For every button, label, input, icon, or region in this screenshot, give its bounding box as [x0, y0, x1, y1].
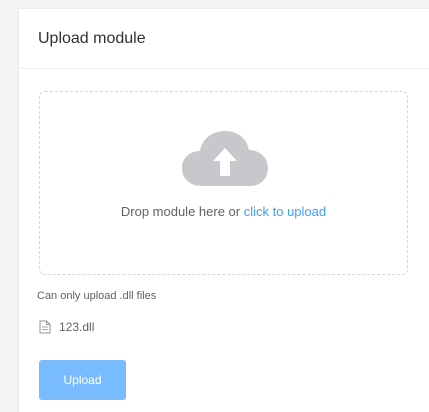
click-to-upload-link[interactable]: click to upload [244, 204, 326, 219]
upload-button[interactable]: Upload [39, 360, 126, 400]
upload-dropzone[interactable]: Drop module here or click to upload [39, 91, 408, 275]
dropzone-prompt: Drop module here or [120, 204, 241, 219]
upload-tip: Can only upload .dll files [37, 290, 157, 302]
document-icon [39, 320, 51, 334]
card-header: Upload module [19, 9, 429, 69]
file-name: 123.dll [59, 320, 95, 334]
dropzone-text: Drop module here or click to upload [40, 204, 407, 219]
upload-cloud-icon [182, 131, 268, 186]
file-list-item[interactable]: 123.dll [39, 320, 94, 334]
upload-card: Upload module Drop module here or click … [18, 8, 429, 412]
card-title: Upload module [38, 29, 146, 47]
